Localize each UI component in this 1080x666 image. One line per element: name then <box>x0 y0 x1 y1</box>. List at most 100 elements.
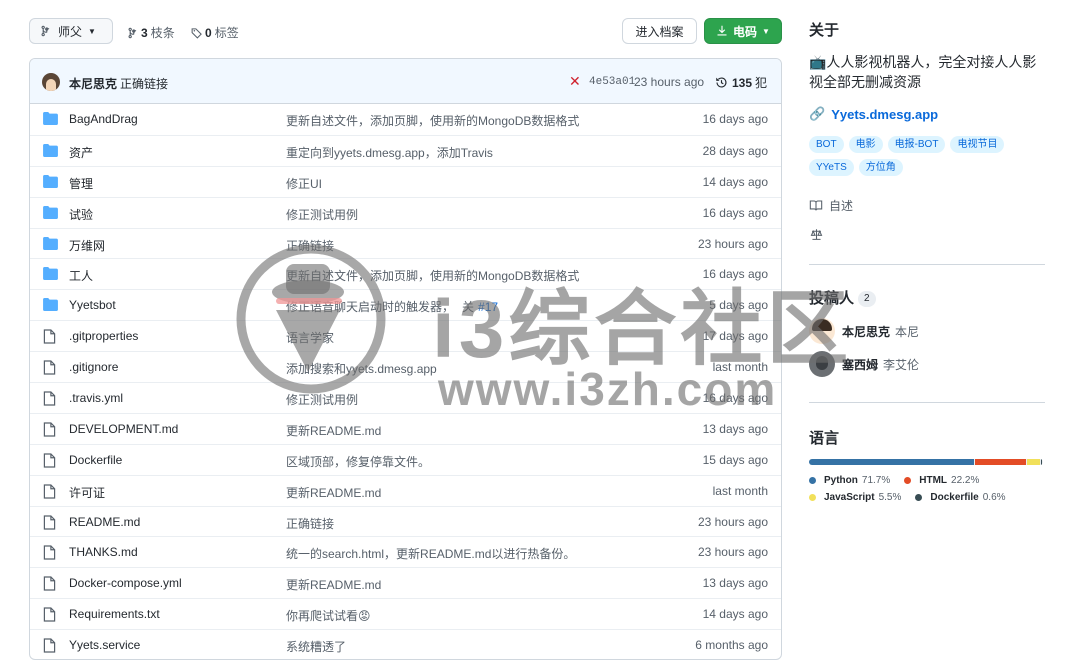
file-icon <box>43 329 58 344</box>
branches-count: 3 <box>141 25 148 40</box>
file-commit-message[interactable]: 区域顶部，修复停靠文件。 <box>286 453 430 470</box>
language-item[interactable]: JavaScript 5.5% <box>809 492 901 503</box>
topic-tag[interactable]: BOT <box>809 136 844 153</box>
website-link[interactable]: 🔗 Yyets.dmesg.app <box>809 106 938 122</box>
file-commit-message[interactable]: 你再爬试试看😡 <box>286 607 371 624</box>
branch-select-button[interactable]: 师父 ▼ <box>29 18 113 44</box>
topic-tag[interactable]: 方位角 <box>858 159 903 176</box>
languages-heading: 语言 <box>809 430 840 447</box>
commit-message[interactable]: 正确链接 <box>120 75 168 92</box>
file-row[interactable]: Docker-compose.yml 更新README.md 13 days ago <box>30 567 781 598</box>
avatar[interactable] <box>42 73 60 91</box>
file-row[interactable]: DEVELOPMENT.md 更新README.md 13 days ago <box>30 412 781 444</box>
tags-link[interactable]: 0 标签 <box>191 24 239 41</box>
file-row[interactable]: 万维网 正确链接 23 hours ago <box>30 227 781 259</box>
file-name[interactable]: 试验 <box>69 206 93 223</box>
file-name[interactable]: DEVELOPMENT.md <box>69 422 178 436</box>
commit-count: 135 <box>732 75 753 90</box>
watermark-logo <box>236 244 386 394</box>
file-commit-message[interactable]: 更新README.md <box>286 422 381 439</box>
branch-icon <box>128 27 137 38</box>
commit-message-text: 正确链接 <box>286 516 335 531</box>
file-row[interactable]: 试验 修正测试用例 16 days ago <box>30 196 781 228</box>
license-link[interactable] <box>809 228 824 244</box>
folder-icon <box>43 174 58 188</box>
file-name[interactable]: Dockerfile <box>69 453 122 467</box>
readme-link[interactable]: 自述 <box>809 197 853 214</box>
file-time: 16 days ago <box>702 205 768 220</box>
commit-author[interactable]: 本尼思克 <box>69 75 117 92</box>
file-row[interactable]: BagAndDrag 更新自述文件，添加页脚，使用新的MongoDB数据格式 16 … <box>30 104 781 135</box>
file-name[interactable]: Requirements.txt <box>69 607 160 621</box>
commit-message-text: 重定向到yyets.dmesg.app，添加Travis <box>286 145 493 160</box>
file-commit-message[interactable]: 修正UI <box>286 175 322 192</box>
commit-sha[interactable]: 4e53a01 <box>589 76 635 88</box>
file-name[interactable]: Docker-compose.yml <box>69 576 182 590</box>
language-dot-icon <box>915 494 923 501</box>
repo-description: 📺人人影视机器人，完全对接人人影视全部无删减资源 <box>809 54 1037 90</box>
tags-label: 标签 <box>214 26 239 40</box>
topic-tag[interactable]: YYeTS <box>809 159 854 176</box>
file-name[interactable]: 管理 <box>69 175 93 192</box>
file-row[interactable]: 资产 重定向到yyets.dmesg.app，添加Travis 28 days ag… <box>30 134 781 166</box>
file-name[interactable]: 万维网 <box>69 237 105 254</box>
file-name[interactable]: Yyetsbot <box>69 298 116 312</box>
language-name: JavaScript <box>824 492 875 503</box>
branches-link[interactable]: 3 枝条 <box>127 24 175 41</box>
file-commit-message[interactable]: 更新README.md <box>286 484 381 501</box>
file-time: 23 hours ago <box>697 236 768 251</box>
file-name[interactable]: 资产 <box>69 144 93 161</box>
ci-failed-icon[interactable]: ✕ <box>569 73 581 90</box>
language-percent: 71.7% <box>861 475 891 486</box>
file-name[interactable]: .gitignore <box>69 360 118 374</box>
topic-tag[interactable]: 电报-BOT <box>887 136 946 153</box>
file-commit-message[interactable]: 重定向到yyets.dmesg.app，添加Travis <box>286 144 493 161</box>
file-row[interactable]: Requirements.txt 你再爬试试看😡 14 days ago <box>30 598 781 629</box>
language-item[interactable]: Python 71.7% <box>809 475 890 486</box>
file-icon <box>43 545 58 561</box>
file-row[interactable]: 管理 修正UI 14 days ago <box>30 165 781 197</box>
file-commit-message[interactable]: 更新自述文件，添加页脚，使用新的MongoDB数据格式 <box>286 112 579 129</box>
code-button[interactable]: 电码 ▼ <box>704 18 782 44</box>
file-commit-message[interactable]: 系统糟透了 <box>286 638 346 655</box>
file-time: 14 days ago <box>702 607 768 622</box>
topic-tag[interactable]: 电影 <box>848 136 883 153</box>
language-percent: 22.2% <box>951 475 980 486</box>
tags-count: 0 <box>205 25 212 40</box>
file-name[interactable]: BagAndDrag <box>69 112 138 126</box>
scale-icon <box>810 229 823 240</box>
file-commit-message[interactable]: 统一的search.html，更新README.md以进行热备份。 <box>286 545 575 562</box>
file-row[interactable]: 许可证 更新README.md last month <box>30 474 781 506</box>
go-to-file-button[interactable]: 进入档案 <box>622 18 697 44</box>
file-name[interactable]: 许可证 <box>69 484 105 501</box>
language-item[interactable]: Dockerfile 0.6% <box>915 492 1006 503</box>
commits-link[interactable]: 135 犯 <box>715 74 767 91</box>
about-heading: 关于 <box>809 22 840 39</box>
file-commit-message[interactable]: 修正测试用例 <box>286 206 358 223</box>
tag-icon <box>191 27 202 39</box>
file-name[interactable]: THANKS.md <box>69 545 138 559</box>
file-commit-message[interactable]: 正确链接 <box>286 515 334 532</box>
file-time: 23 hours ago <box>697 545 768 560</box>
language-item[interactable]: HTML 22.2% <box>904 475 979 486</box>
file-name[interactable]: README.md <box>69 515 140 529</box>
file-row[interactable]: Yyets.service 系统糟透了 6 months ago <box>30 629 781 659</box>
file-row[interactable]: README.md 正确链接 23 hours ago <box>30 505 781 537</box>
file-name[interactable]: .travis.yml <box>69 391 123 405</box>
file-icon <box>43 360 58 375</box>
file-commit-message[interactable]: 更新README.md <box>286 576 381 593</box>
topic-tag[interactable]: 电视节目 <box>950 136 1005 153</box>
chevron-down-icon: ▼ <box>88 26 96 36</box>
file-row[interactable]: THANKS.md 统一的search.html，更新README.md以进行热备… <box>30 536 781 567</box>
file-time: 14 days ago <box>702 174 768 189</box>
folder-icon <box>43 205 58 219</box>
file-name[interactable]: .gitproperties <box>69 329 138 343</box>
language-bar-segment <box>1040 459 1042 465</box>
file-row[interactable]: Dockerfile 区域顶部，修复停靠文件。 15 days ago <box>30 443 781 475</box>
file-time: 23 hours ago <box>697 514 768 529</box>
folder-icon <box>43 112 58 125</box>
folder-icon <box>43 298 58 312</box>
file-name[interactable]: 工人 <box>69 267 93 284</box>
file-name[interactable]: Yyets.service <box>69 638 140 652</box>
commit-message-text: 更新自述文件，添加页脚，使用新的MongoDB数据格式 <box>286 114 580 128</box>
